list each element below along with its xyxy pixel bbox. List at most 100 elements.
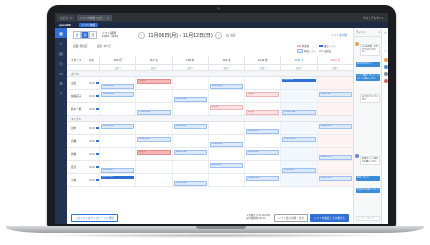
day-cell[interactable]: [280, 174, 317, 186]
day-cell[interactable]: [171, 77, 208, 89]
shift-block[interactable]: 13:00-21:00: [246, 175, 280, 181]
staff-name[interactable]: 高橋: [67, 135, 89, 147]
close-icon[interactable]: ×: [70, 16, 72, 20]
day-cell[interactable]: 希望休: [135, 77, 171, 89]
day-cell[interactable]: [171, 103, 208, 115]
browser-tab[interactable]: エピカ ×: [57, 14, 75, 21]
shift-block[interactable]: 9:00-14:00: [282, 167, 316, 173]
staff-name[interactable]: 伊藤: [67, 148, 89, 160]
day-header[interactable]: 11/8 水: [171, 56, 208, 64]
shift-block[interactable]: 9:00-14:00: [101, 167, 135, 173]
shift-block[interactable]: 希望休: [246, 91, 280, 97]
day-cell[interactable]: 13:00-21:00: [244, 174, 280, 186]
shift-block[interactable]: 16:00-22:00: [173, 149, 207, 155]
shift-block[interactable]: 16:00-22:00: [318, 154, 352, 160]
day-cell[interactable]: 希望休: [135, 148, 171, 160]
day-cell[interactable]: 10:00-19:00: [244, 122, 280, 134]
staff-name[interactable]: 小林: [67, 174, 89, 186]
day-cell[interactable]: 17:00-22:00: [135, 103, 171, 115]
day-cell[interactable]: 13:00-21:00: [316, 174, 353, 186]
day-cell[interactable]: [316, 161, 353, 173]
shift-block[interactable]: 10:00-19:00: [101, 123, 135, 129]
shift-block[interactable]: 10:00-18:00: [101, 83, 135, 89]
day-header[interactable]: 11/12 日: [316, 56, 353, 64]
sidebar-item-settings[interactable]: ⚙: [55, 78, 67, 88]
day-header[interactable]: 11/6 月: [99, 56, 135, 64]
staff-name[interactable]: 渡辺: [67, 161, 89, 173]
shift-block[interactable]: 12:00-20:00: [173, 96, 207, 102]
chat-input[interactable]: メッセージを入力: [356, 216, 380, 221]
day-cell[interactable]: [135, 161, 171, 173]
day-cell[interactable]: 9:00-17:00: [316, 90, 353, 102]
shift-block[interactable]: 10:00-19:00: [173, 123, 207, 129]
shift-block[interactable]: 9:00-17:00: [318, 91, 352, 97]
shift-block[interactable]: 13:00-21:00: [173, 180, 207, 186]
browser-tab-active[interactable]: シフトの作成 | エピ… ×: [76, 14, 112, 21]
day-cell[interactable]: 10:00-19:00: [99, 122, 135, 134]
chat-icon[interactable]: ✉: [382, 28, 388, 37]
staff-name[interactable]: 佐藤花子: [67, 90, 89, 102]
day-cell[interactable]: 13:00-21:00: [171, 174, 208, 186]
day-cell[interactable]: 9:00-14:00: [99, 161, 135, 173]
day-cell[interactable]: [316, 103, 353, 115]
day-cell[interactable]: 9:00-14:00: [207, 161, 244, 173]
day-cell[interactable]: [135, 122, 171, 134]
shift-block[interactable]: 9:00-17:00: [282, 78, 316, 82]
day-cell[interactable]: [207, 122, 244, 134]
day-cell[interactable]: 10:00-19:00: [171, 122, 208, 134]
avatar[interactable]: [383, 65, 388, 69]
day-cell[interactable]: [171, 135, 208, 147]
sidebar-item-calendar[interactable]: ▦: [55, 28, 67, 38]
shift-block[interactable]: 17:00-22:00: [137, 109, 171, 115]
day-cell[interactable]: 16:00-22:00: [244, 148, 280, 160]
day-cell[interactable]: [244, 135, 280, 147]
save-template-button[interactable]: このシフトをテンプレートに登録: [71, 214, 118, 222]
shift-block[interactable]: 希望休: [137, 149, 171, 155]
shift-block[interactable]: 希望休: [137, 78, 171, 84]
staff-name[interactable]: 山田: [67, 77, 89, 89]
group-filter[interactable]: 表示: すべて: [97, 44, 111, 48]
shift-block[interactable]: 9:00-14:00: [209, 162, 244, 168]
shift-block[interactable]: 11:00-15:00: [209, 141, 244, 147]
shift-block[interactable]: 10:00-19:00: [318, 123, 352, 129]
day-cell[interactable]: 10:00-18:00: [99, 77, 135, 89]
day-header[interactable]: 11/7 火: [135, 56, 171, 64]
shift-block[interactable]: 10:00-18:00: [209, 83, 244, 89]
shift-block[interactable]: 16:00-22:00: [246, 149, 280, 155]
day-header[interactable]: 11/10 金: [244, 56, 280, 64]
day-header[interactable]: 11/11 土: [280, 56, 316, 64]
bell-icon[interactable]: ♪: [382, 37, 388, 46]
day-cell[interactable]: [135, 174, 171, 186]
avatar[interactable]: [383, 79, 388, 83]
day-cell[interactable]: 17:00-22:00: [280, 103, 317, 115]
store-filter[interactable]: 店舗: 渋谷店: [73, 44, 87, 48]
day-cell[interactable]: 16:00-22:00: [171, 148, 208, 160]
day-header[interactable]: 11/9 木: [207, 56, 244, 64]
day-cell[interactable]: 12:00-20:00: [99, 90, 135, 102]
shift-block[interactable]: 10:00-19:00: [246, 128, 280, 134]
day-cell[interactable]: [244, 161, 280, 173]
day-cell[interactable]: 希望休: [207, 103, 244, 115]
day-cell[interactable]: [207, 90, 244, 102]
shift-block[interactable]: 12:00-20:00: [101, 91, 135, 97]
next-week-button[interactable]: ›: [214, 31, 222, 39]
avatar[interactable]: [383, 58, 388, 62]
day-cell[interactable]: 11:00-15:00: [207, 135, 244, 147]
day-cell[interactable]: [171, 161, 208, 173]
account-label[interactable]: ゲストアカウント: [363, 16, 384, 20]
shift-block[interactable]: 11:00-15:00: [137, 136, 171, 142]
day-cell[interactable]: [207, 148, 244, 160]
day-cell[interactable]: [244, 77, 280, 89]
view-day-button[interactable]: 日: [73, 31, 81, 39]
close-icon[interactable]: ×: [107, 16, 109, 20]
shift-block[interactable]: 13:00-21:00: [318, 175, 352, 181]
day-cell[interactable]: [99, 135, 135, 147]
shift-block[interactable]: 希望休: [246, 109, 280, 115]
shift-block[interactable]: 17:00-22:00: [282, 109, 316, 115]
shift-block[interactable]: 13:00-21:00: [101, 175, 135, 179]
view-week-button[interactable]: 週: [81, 31, 89, 39]
day-cell[interactable]: 9:00-17:00: [280, 77, 317, 89]
day-cell[interactable]: 希望休: [244, 90, 280, 102]
day-cell[interactable]: 11:00-15:00: [280, 135, 317, 147]
day-cell[interactable]: [280, 122, 317, 134]
